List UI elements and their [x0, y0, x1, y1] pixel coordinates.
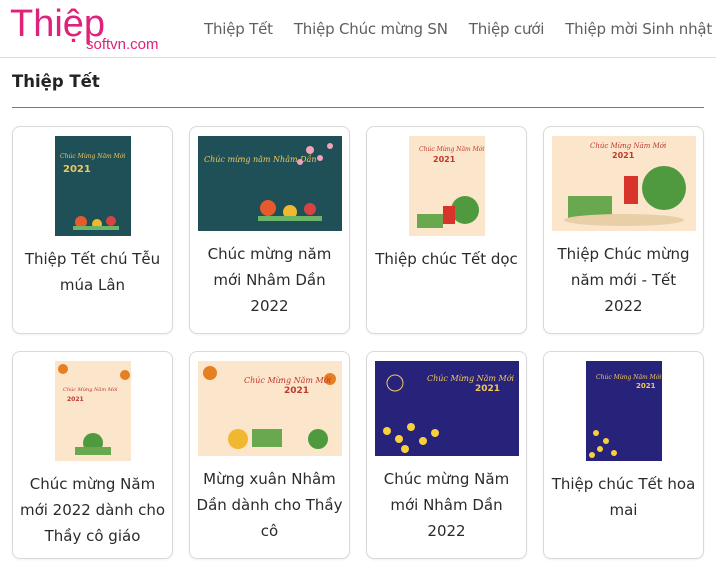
svg-text:2021: 2021	[433, 155, 456, 164]
card-item[interactable]: Chúc Mừng Năm Mới 2021 Mừng xuân Nhâm Dầ…	[189, 351, 350, 559]
svg-text:2021: 2021	[475, 384, 500, 394]
card-title: Thiệp Tết chú Tễu múa Lân	[24, 250, 161, 294]
card-title: Thiệp Chúc mừng năm mới - Tết 2022	[557, 245, 690, 315]
svg-text:Chúc Mừng Năm Mới: Chúc Mừng Năm Mới	[60, 153, 125, 160]
svg-text:2021: 2021	[284, 386, 309, 396]
card-item[interactable]: Chúc Mừng Năm Mới 2021 Chúc mừng Năm mới…	[366, 351, 527, 559]
card-title: Chúc mừng Năm mới Nhâm Dần 2022	[383, 470, 510, 540]
svg-text:Chúc Mừng Năm Mới: Chúc Mừng Năm Mới	[596, 374, 661, 381]
nav-item-thiep-cuoi[interactable]: Thiệp cưới	[469, 20, 545, 38]
card-item[interactable]: Chúc Mừng Năm Mới 2021 Thiệp chúc Tết dọ…	[366, 126, 527, 334]
card-thumbnail: Chúc Mừng Năm Mới 2021	[54, 136, 131, 236]
nav-item-thiep-tet[interactable]: Thiệp Tết	[204, 20, 273, 38]
card-title: Mừng xuân Nhâm Dần dành cho Thầy cô	[196, 470, 343, 540]
card-thumbnail: Chúc Mừng Năm Mới 2021	[585, 361, 662, 461]
logo-sub-text: softvn.com	[86, 36, 159, 53]
svg-text:Chúc Mừng Năm Mới: Chúc Mừng Năm Mới	[590, 142, 666, 150]
card-item[interactable]: Chúc Mừng Năm Mới 2021 Thiệp Chúc mừng n…	[543, 126, 704, 334]
svg-text:2021: 2021	[67, 396, 84, 403]
card-item[interactable]: Chúc mừng năm Nhâm Dần Chúc mừng năm mới…	[189, 126, 350, 334]
card-thumbnail: Chúc Mừng Năm Mới 2021	[408, 136, 485, 236]
card-thumbnail: Chúc Mừng Năm Mới 2021	[551, 136, 696, 231]
svg-text:2021: 2021	[612, 151, 635, 160]
section-divider	[12, 107, 704, 108]
card-thumbnail: Chúc mừng năm Nhâm Dần	[197, 136, 342, 231]
svg-text:2021: 2021	[636, 382, 656, 390]
card-thumbnail: Chúc Mừng Năm Mới 2021	[54, 361, 131, 461]
card-title: Thiệp chúc Tết dọc	[375, 250, 518, 268]
card-item[interactable]: Chúc Mừng Năm Mới 2021 Chúc mừng Năm mới…	[12, 351, 173, 559]
site-header: Thiệp softvn.com Thiệp Tết Thiệp Chúc mừ…	[0, 0, 716, 58]
svg-text:Chúc Mừng Năm Mới: Chúc Mừng Năm Mới	[419, 146, 484, 153]
card-title: Chúc mừng Năm mới 2022 dành cho Thầy cô …	[19, 475, 166, 545]
card-thumbnail: Chúc Mừng Năm Mới 2021	[374, 361, 519, 456]
svg-text:Chúc Mừng Năm Mới: Chúc Mừng Năm Mới	[244, 376, 332, 385]
section-title: Thiệp Tết	[12, 72, 100, 91]
card-title: Thiệp chúc Tết hoa mai	[551, 475, 696, 519]
svg-text:Chúc Mừng Năm Mới: Chúc Mừng Năm Mới	[427, 374, 515, 383]
site-logo[interactable]: Thiệp softvn.com	[10, 2, 180, 54]
svg-text:2021: 2021	[63, 164, 91, 175]
nav-item-chuc-mung-sn[interactable]: Thiệp Chúc mừng SN	[294, 20, 448, 38]
card-title: Chúc mừng năm mới Nhâm Dần 2022	[207, 245, 332, 315]
nav-item-moi-sinh-nhat[interactable]: Thiệp mời Sinh nhật	[565, 20, 712, 38]
svg-text:Chúc Mừng Năm Mới: Chúc Mừng Năm Mới	[63, 386, 118, 393]
main-nav: Thiệp Tết Thiệp Chúc mừng SN Thiệp cưới …	[204, 20, 712, 38]
card-item[interactable]: Chúc Mừng Năm Mới 2021 Thiệp chúc Tết ho…	[543, 351, 704, 559]
card-item[interactable]: Chúc Mừng Năm Mới 2021 Thiệp Tết chú Tễu…	[12, 126, 173, 334]
card-thumbnail: Chúc Mừng Năm Mới 2021	[197, 361, 342, 456]
